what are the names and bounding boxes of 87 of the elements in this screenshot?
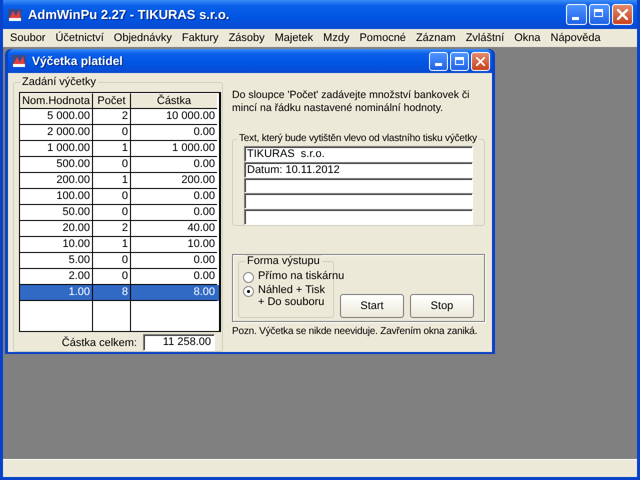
- table-cell: 8.00: [131, 285, 217, 301]
- table-cell: 1 000.00: [131, 141, 217, 157]
- table-row[interactable]: 2 000.00 0 0.00: [20, 125, 219, 141]
- table-cell: 0.00: [131, 205, 217, 221]
- menu-item[interactable]: Faktury: [176, 32, 224, 44]
- table-cell: 10.00: [20, 237, 93, 253]
- radio-label[interactable]: Přímo na tiskárnu: [258, 270, 344, 282]
- radio-button[interactable]: [243, 272, 254, 283]
- minimize-button[interactable]: [429, 52, 448, 70]
- table-cell: 1.00: [20, 285, 93, 301]
- table-cell: 0: [93, 189, 131, 205]
- table-cell: 10.00: [131, 237, 217, 253]
- table-cell: 200.00: [20, 173, 93, 189]
- table-cell: 0.00: [131, 189, 217, 205]
- table-cell: 8: [93, 285, 131, 301]
- maximize-button[interactable]: [450, 52, 469, 70]
- instructions-text: Do sloupce 'Počet' zadávejte množství bankovek či mincí na řádku nastavené nominální hodnoty.: [232, 89, 470, 115]
- text-line-field[interactable]: [244, 178, 473, 194]
- table-cell: 40.00: [131, 221, 217, 237]
- text-line-field[interactable]: [244, 193, 473, 210]
- table-cell: 10 000.00: [131, 109, 217, 125]
- table-cell: 1: [93, 237, 131, 253]
- table-row[interactable]: 50.00 0 0.00: [20, 205, 219, 221]
- table-cell: 1: [93, 173, 131, 189]
- group-title: Text, který bude vytištěn vlevo od vlastního tisku výčetky: [237, 133, 479, 144]
- menu-item[interactable]: Nápověda: [546, 32, 606, 44]
- table-cell: 1 000.00: [20, 141, 93, 157]
- table-cell: 2: [93, 109, 131, 125]
- table-cell: 5.00: [20, 253, 93, 269]
- table-row[interactable]: 10.00 1 10.00: [20, 237, 219, 253]
- table-cell: 0: [93, 253, 131, 269]
- text-line-field[interactable]: Datum: 10.11.2012: [244, 162, 473, 178]
- radio-label[interactable]: Náhled + Tisk + Do souboru: [258, 284, 325, 308]
- menu-item[interactable]: Mzdy: [318, 32, 354, 44]
- app-icon: [7, 6, 23, 22]
- menu-item[interactable]: Okna: [509, 32, 546, 44]
- menu-item[interactable]: Majetek: [270, 32, 318, 44]
- menu-item[interactable]: Záznam: [410, 32, 461, 44]
- table-cell: 0.00: [131, 125, 217, 141]
- table-row[interactable]: 5 000.00 2 10 000.00: [20, 109, 219, 125]
- menu-item[interactable]: Objednávky: [108, 32, 177, 44]
- menu-item[interactable]: Soubor: [5, 32, 50, 44]
- table-row[interactable]: 1 000.00 1 1 000.00: [20, 141, 219, 157]
- table-cell: 500.00: [20, 157, 93, 173]
- note-text: Pozn. Výčetka se nikde neeviduje. Zavřením okna zaniká.: [232, 326, 478, 337]
- table-row[interactable]: 20.00 2 40.00: [20, 221, 219, 237]
- table-row[interactable]: 5.00 0 0.00: [20, 253, 219, 269]
- window-title: AdmWinPu 2.27 - TIKURAS s.r.o.: [28, 7, 230, 22]
- menu-item[interactable]: Zvláštní: [460, 32, 510, 44]
- text-line-field[interactable]: TIKURAS s.r.o.: [244, 146, 473, 162]
- close-button[interactable]: [471, 52, 490, 70]
- menu-item[interactable]: Účetnictví: [50, 32, 109, 44]
- table-cell: 0.00: [131, 157, 217, 173]
- close-button[interactable]: [612, 4, 633, 25]
- group-title: Zadání výčetky: [20, 76, 98, 88]
- menu-item[interactable]: Pomocné: [354, 32, 411, 44]
- table-row[interactable]: 200.00 1 200.00: [20, 173, 219, 189]
- column-header[interactable]: Částka: [131, 93, 217, 109]
- table-cell: 20.00: [20, 221, 93, 237]
- radio-button[interactable]: [243, 286, 254, 297]
- column-header[interactable]: Nom.Hodnota: [20, 93, 93, 109]
- table-cell: 2 000.00: [20, 125, 93, 141]
- dialog-title: Výčetka platidel: [32, 54, 124, 68]
- text-line-field[interactable]: [244, 209, 473, 225]
- group-title: Forma výstupu: [245, 255, 322, 267]
- table-cell: 0.00: [131, 253, 217, 269]
- table-cell: 1: [93, 141, 131, 157]
- table-row[interactable]: 500.00 0 0.00: [20, 157, 219, 173]
- maximize-button[interactable]: [589, 4, 610, 25]
- table-cell: 0: [93, 205, 131, 221]
- total-field: 11 258.00: [143, 334, 215, 351]
- total-label: Částka celkem:: [62, 336, 137, 348]
- action-button[interactable]: Start: [340, 294, 404, 318]
- table-cell: 5 000.00: [20, 109, 93, 125]
- table-row[interactable]: 1.00 8 8.00: [20, 285, 219, 301]
- table-cell: 2: [93, 221, 131, 237]
- app-icon: [11, 53, 27, 69]
- action-button[interactable]: Stop: [410, 294, 474, 318]
- table-cell: 200.00: [131, 173, 217, 189]
- table-cell: 50.00: [20, 205, 93, 221]
- table-cell: 0: [93, 157, 131, 173]
- minimize-button[interactable]: [566, 4, 587, 25]
- table-cell: 100.00: [20, 189, 93, 205]
- table-cell: 0: [93, 125, 131, 141]
- column-header[interactable]: Počet: [93, 93, 131, 109]
- menu-item[interactable]: Zásoby: [224, 32, 270, 44]
- table-row[interactable]: 100.00 0 0.00: [20, 189, 219, 205]
